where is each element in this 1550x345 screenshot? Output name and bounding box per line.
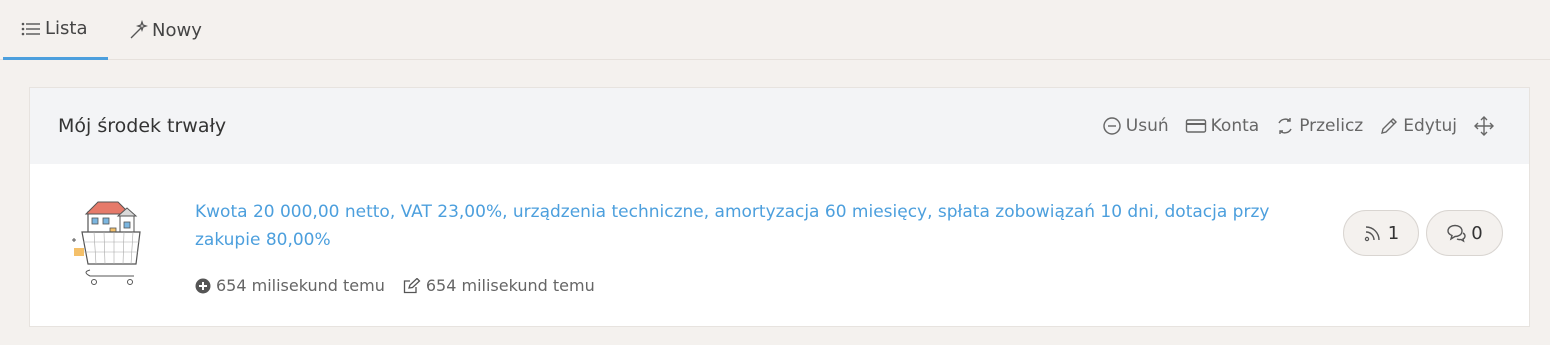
tab-lista[interactable]: Lista — [3, 0, 108, 60]
feed-count-button[interactable]: 1 — [1343, 210, 1419, 256]
tab-nowy[interactable]: Nowy — [128, 0, 202, 60]
accounts-button[interactable]: Konta — [1185, 116, 1260, 136]
asset-meta: 654 milisekund temu 654 milisekund temu — [195, 276, 613, 295]
move-arrows-icon — [1473, 115, 1495, 137]
card-title: Mój środek trwały — [58, 115, 227, 137]
delete-label: Usuń — [1125, 116, 1169, 136]
pencil-icon — [1379, 116, 1399, 136]
edit-button[interactable]: Edytuj — [1379, 116, 1457, 136]
recalculate-button[interactable]: Przelicz — [1275, 116, 1363, 136]
edited-time: 654 milisekund temu — [425, 276, 595, 295]
comments-icon — [1446, 223, 1466, 243]
edit-square-icon — [403, 277, 421, 294]
asset-description-link[interactable]: Kwota 20 000,00 netto, VAT 23,00%, urząd… — [195, 198, 1275, 254]
comment-count-button[interactable]: 0 — [1426, 210, 1503, 256]
comment-count: 0 — [1471, 222, 1483, 244]
created-info: 654 milisekund temu — [195, 276, 385, 295]
list-icon — [21, 21, 41, 37]
delete-button[interactable]: Usuń — [1102, 116, 1169, 136]
asset-thumbnail — [70, 198, 152, 288]
tab-lista-label: Lista — [45, 18, 88, 39]
feed-count: 1 — [1387, 222, 1400, 244]
move-handle[interactable] — [1473, 115, 1499, 137]
minus-circle-icon — [1102, 116, 1122, 136]
edit-label: Edytuj — [1403, 116, 1457, 136]
recalculate-label: Przelicz — [1299, 116, 1364, 136]
card-actions: Usuń Konta Przelicz Edytuj — [1086, 88, 1499, 164]
created-time: 654 milisekund temu — [216, 276, 385, 295]
credit-card-icon — [1185, 117, 1207, 135]
tab-bar: Lista Nowy — [0, 0, 1550, 60]
rss-icon — [1363, 223, 1383, 243]
card-header: Mój środek trwały Usuń Konta Przelicz Ed… — [30, 88, 1529, 164]
edited-info: 654 milisekund temu — [403, 276, 595, 295]
refresh-icon — [1275, 116, 1295, 136]
asset-card: Mój środek trwały Usuń Konta Przelicz Ed… — [29, 87, 1530, 327]
magic-wand-icon — [128, 20, 148, 40]
tab-nowy-label: Nowy — [152, 19, 202, 41]
accounts-label: Konta — [1210, 116, 1260, 136]
plus-circle-icon — [195, 278, 211, 294]
